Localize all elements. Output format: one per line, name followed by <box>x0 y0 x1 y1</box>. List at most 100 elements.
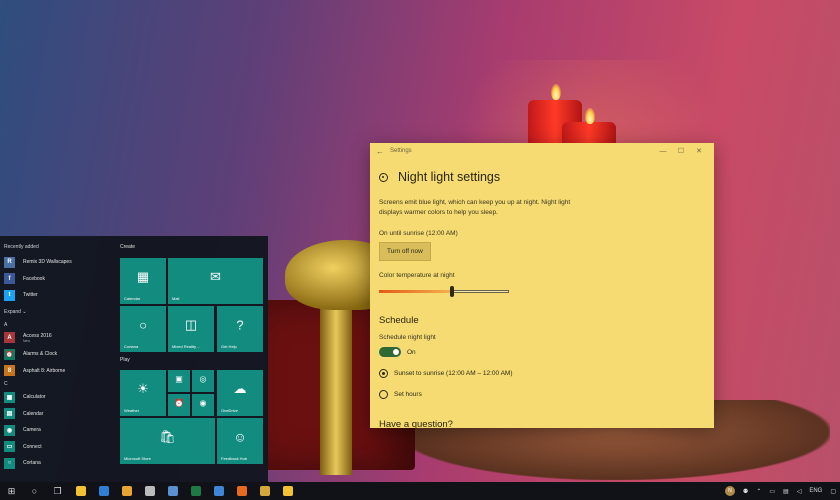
app-label-wrap: Alarms & Clock <box>23 351 57 357</box>
chevron-up-icon[interactable]: ⌃ <box>756 488 761 495</box>
mail-icon: ✉ <box>210 269 221 285</box>
alarm-clock-icon: ⏰ <box>174 398 184 408</box>
search-icon[interactable]: ○ <box>23 482 46 500</box>
store-bag-icon[interactable] <box>276 482 299 500</box>
app-list-item[interactable]: ▤ Calendar <box>4 406 114 423</box>
app-icon: f <box>4 273 15 285</box>
app-icon: ▦ <box>4 391 15 403</box>
app-list-item[interactable]: ⏰ Alarms & Clock <box>4 346 114 363</box>
tile-feedback-hub[interactable]: ☺ Feedback Hub <box>217 418 263 464</box>
radio-button-selected[interactable] <box>379 369 388 378</box>
help-icon: ? <box>236 317 244 333</box>
app-list-item[interactable]: R Remix 3D Wallscapes <box>4 254 114 271</box>
people-icon[interactable]: ⚉ <box>743 488 748 495</box>
folder-icon[interactable] <box>253 482 276 500</box>
language-indicator[interactable]: ENG <box>809 488 822 494</box>
app-list-item[interactable]: ○ Cortana <box>4 455 114 472</box>
excel-icon[interactable] <box>184 482 207 500</box>
taskbar-app-glyph <box>75 486 86 496</box>
battery-icon[interactable]: ▭ <box>769 488 775 495</box>
volume-icon[interactable]: ◁ <box>797 488 802 495</box>
app-label: Camera <box>23 427 41 434</box>
app-list-item[interactable]: ◉ Camera <box>4 422 114 439</box>
settings-icon[interactable] <box>138 482 161 500</box>
tile-mixed-reality[interactable]: ◫ Mixed Reality ... <box>168 306 214 352</box>
app-sublabel: New <box>23 338 31 343</box>
tile-camera-small[interactable]: ◉ <box>192 394 214 416</box>
app-label: Calendar <box>23 410 44 417</box>
tile-alarms-small[interactable]: ⏰ <box>168 394 190 416</box>
firefox-icon[interactable] <box>230 482 253 500</box>
maximize-button[interactable]: ☐ <box>672 147 690 155</box>
app-label-wrap: Facebook <box>23 276 45 282</box>
app-list-item[interactable]: ▦ Calculator <box>4 389 114 406</box>
expand-link[interactable]: Expand ⌄ <box>4 304 114 320</box>
cortana-icon: ○ <box>139 317 147 333</box>
shopping-bag-icon: 🛍 <box>159 429 176 445</box>
app-icon: ▭ <box>4 441 15 453</box>
taskbar-app-glyph <box>190 486 201 496</box>
app-label: Twitter <box>23 292 38 299</box>
app-label: Alarms & Clock <box>23 351 58 358</box>
start-windows-icon[interactable]: ⊞ <box>0 482 23 500</box>
app-label: Remix 3D Wallscapes <box>23 259 72 266</box>
radio-sunset-to-sunrise[interactable]: Sunset to sunrise (12:00 AM – 12:00 AM) <box>379 369 714 378</box>
tile-movies-small[interactable]: ▣ <box>168 370 190 392</box>
app-icon: A <box>4 332 15 344</box>
feedback-face-icon: ☺ <box>233 429 247 445</box>
groove-icon[interactable] <box>115 482 138 500</box>
page-header: Night light settings <box>379 170 714 184</box>
letter-header-a[interactable]: A <box>4 320 114 330</box>
edge-icon[interactable] <box>92 482 115 500</box>
back-arrow-icon[interactable]: ← <box>376 147 390 156</box>
app-label: Facebook <box>23 275 45 282</box>
radio-set-hours[interactable]: Set hours <box>379 390 714 399</box>
app-icon: t <box>4 289 15 301</box>
user-avatar[interactable]: N <box>724 486 735 496</box>
color-temperature-slider[interactable] <box>379 286 509 297</box>
chevron-down-icon: ⌄ <box>22 308 27 315</box>
tile-label: Mixed Reality ... <box>172 344 201 349</box>
task-view-icon[interactable]: ❐ <box>46 482 69 500</box>
tile-weather[interactable]: ☀ Weather <box>120 370 166 416</box>
tile-calendar[interactable]: ▦ Calendar <box>120 258 166 304</box>
store-icon[interactable] <box>207 482 230 500</box>
tile-groove-small[interactable]: ◎ <box>192 370 214 392</box>
tile-label: Calendar <box>124 296 141 301</box>
radio-set-hours-label: Set hours <box>394 391 422 398</box>
app-list-item[interactable]: 8 Asphalt 8: Airborne <box>4 363 114 380</box>
app-list-item[interactable]: f Facebook <box>4 271 114 288</box>
network-icon[interactable]: ▤ <box>783 488 789 495</box>
minimize-button[interactable]: — <box>654 148 672 155</box>
app-label-wrap: Remix 3D Wallscapes <box>23 259 72 265</box>
app-label-wrap: Camera <box>23 427 41 433</box>
letter-header-c[interactable]: C <box>4 379 114 389</box>
schedule-toggle-switch[interactable] <box>379 347 401 357</box>
taskbar-pinned-apps <box>69 482 299 500</box>
tile-get-help[interactable]: ? Get Help <box>217 306 263 352</box>
app-icon: R <box>4 256 15 268</box>
file-explorer-icon[interactable] <box>69 482 92 500</box>
taskbar-app-glyph <box>167 486 178 496</box>
app-icon: ▤ <box>4 408 15 420</box>
tile-onedrive[interactable]: ☁ OneDrive <box>217 370 263 416</box>
camera-icon: ◉ <box>199 398 207 408</box>
slider-thumb[interactable] <box>449 286 454 297</box>
app-label-wrap: Calendar <box>23 411 43 417</box>
tile-mail[interactable]: ✉ Mail <box>168 258 263 304</box>
app-list-item[interactable]: ▭ Connect <box>4 439 114 456</box>
close-button[interactable]: ✕ <box>690 147 708 155</box>
tile-cortana[interactable]: ○ Cortana <box>120 306 166 352</box>
photos-icon[interactable] <box>161 482 184 500</box>
app-list-item[interactable]: t Twitter <box>4 287 114 304</box>
app-list-item[interactable]: A Access 2016 New <box>4 330 114 347</box>
radio-button[interactable] <box>379 390 388 399</box>
app-label: Access 2016 <box>23 332 52 339</box>
tile-microsoft-store[interactable]: 🛍 Microsoft Store <box>120 418 215 464</box>
schedule-toggle-state: On <box>407 348 416 356</box>
taskbar-app-glyph <box>282 486 293 496</box>
wallpaper-candle-flame <box>551 84 561 100</box>
turn-off-now-button[interactable]: Turn off now <box>379 242 431 261</box>
app-list: Recently added R Remix 3D Wallscapes f Face… <box>4 236 114 472</box>
notifications-icon[interactable]: ▢ <box>830 488 836 495</box>
